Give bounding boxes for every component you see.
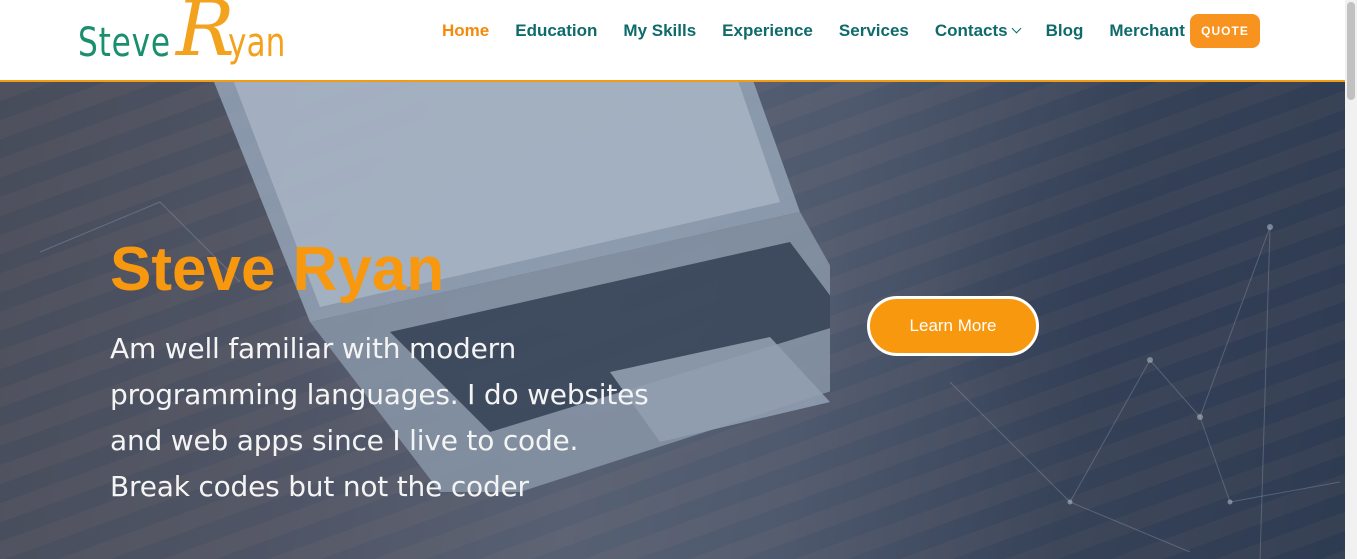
nav-education[interactable]: Education — [515, 20, 597, 42]
nav-contacts-label: Contacts — [934, 21, 1008, 40]
logo-r-letter: R — [176, 0, 235, 74]
nav-contacts[interactable]: Contacts — [934, 20, 1022, 42]
site-logo[interactable]: Steve R yan — [78, 0, 318, 76]
nav-experience[interactable]: Experience — [722, 20, 813, 42]
main-nav: Home Education My Skills Experience Serv… — [442, 20, 1211, 42]
hero-description: Am well familiar with modern programming… — [110, 332, 649, 503]
scrollbar-thumb[interactable] — [1347, 2, 1355, 100]
quote-button[interactable]: QUOTE — [1190, 14, 1260, 48]
nav-my-skills[interactable]: My Skills — [623, 20, 696, 42]
logo-last-name: yan — [228, 20, 286, 66]
nav-merchant[interactable]: Merchant — [1109, 20, 1185, 42]
nav-blog[interactable]: Blog — [1046, 20, 1084, 42]
site-header: Steve R yan Home Education My Skills Exp… — [0, 0, 1345, 82]
nav-home[interactable]: Home — [442, 20, 489, 42]
logo-first-name: Steve — [78, 20, 171, 66]
hero-title: Steve Ryan — [110, 235, 445, 304]
page-scrollbar[interactable] — [1345, 0, 1357, 559]
hero-section: Steve Ryan Am well familiar with modern … — [0, 82, 1345, 559]
learn-more-button[interactable]: Learn More — [867, 296, 1039, 356]
nav-services[interactable]: Services — [839, 20, 909, 42]
chevron-down-icon — [1011, 23, 1022, 34]
